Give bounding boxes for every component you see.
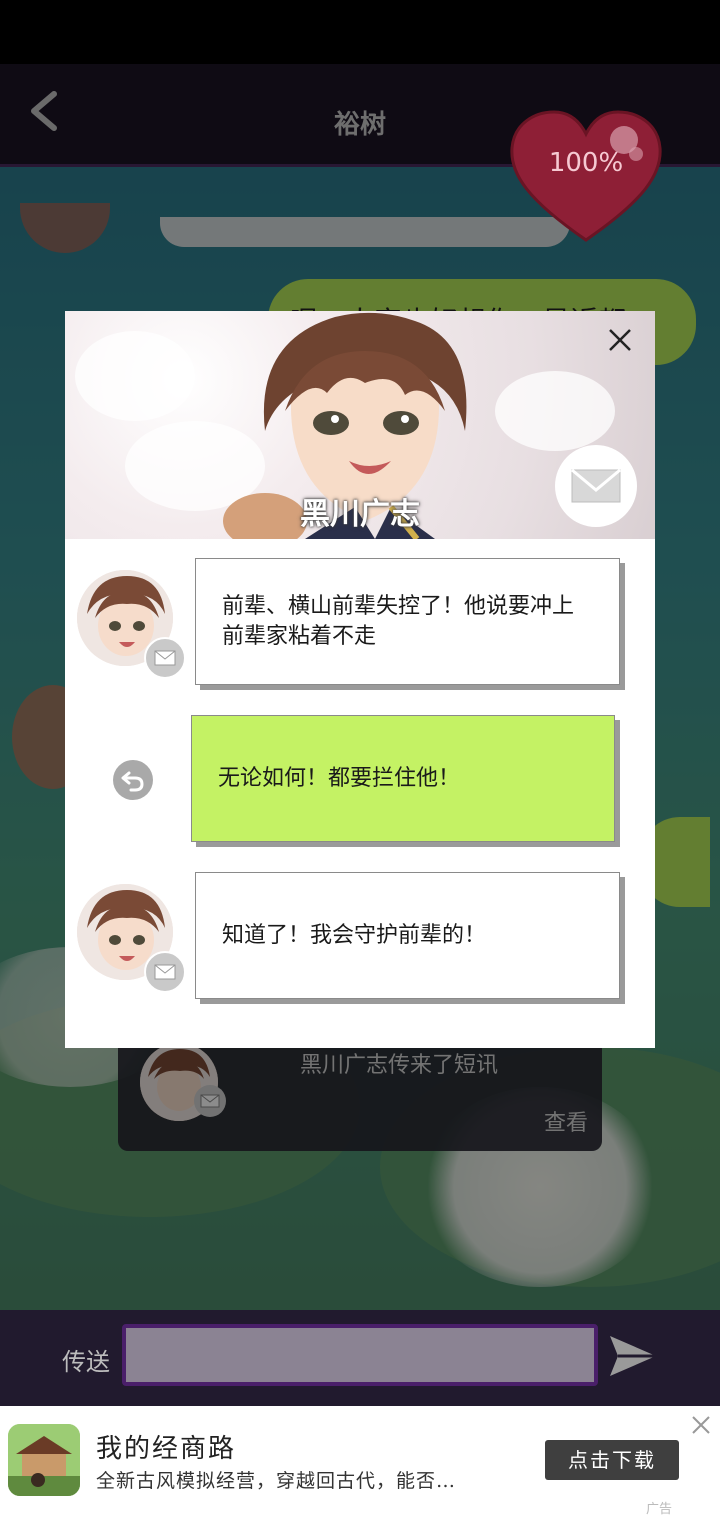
affection-value: 100%: [548, 148, 624, 178]
envelope-icon: [144, 951, 186, 993]
envelope-icon: [144, 637, 186, 679]
ad-app-icon: [8, 1424, 80, 1496]
ad-banner[interactable]: 我的经商路 全新古风模拟经营，穿越回古代，能否… 点击下载 广告: [0, 1406, 720, 1520]
message-input[interactable]: [122, 1324, 598, 1386]
close-x-icon: [609, 329, 631, 351]
blossom: [75, 331, 195, 421]
ad-close-button[interactable]: [688, 1414, 714, 1440]
message-bubble-received: 知道了！我会守护前辈的！: [195, 872, 620, 999]
ad-tag: 广告: [646, 1502, 673, 1517]
message-dialog: 黑川广志 前辈、横山前辈失控了！他说要冲上前辈家粘着不走 无论如何！都要拦住他！: [65, 311, 655, 1048]
ad-description: 全新古风模拟经营，穿越回古代，能否…: [96, 1470, 457, 1492]
download-button[interactable]: 点击下载: [545, 1440, 679, 1480]
undo-arrow-icon: [121, 771, 144, 792]
send-button[interactable]: [606, 1332, 660, 1380]
reply-button[interactable]: [113, 760, 153, 800]
contact-banner: 黑川广志: [65, 311, 655, 539]
close-icon: [692, 1416, 710, 1434]
close-button[interactable]: [605, 327, 635, 357]
message-input-bar: 传送: [0, 1310, 720, 1406]
send-arrow-icon: [610, 1336, 656, 1376]
envelope-icon: [571, 468, 621, 503]
message-bubble-sent: 无论如何！都要拦住他！: [191, 715, 615, 842]
send-label: 传送: [62, 1348, 110, 1376]
mail-button[interactable]: [555, 445, 637, 527]
ad-title: 我的经商路: [96, 1434, 237, 1464]
affection-heart-meter: 100%: [508, 108, 664, 244]
status-bar: [0, 0, 720, 64]
message-bubble-received: 前辈、横山前辈失控了！他说要冲上前辈家粘着不走: [195, 558, 620, 685]
